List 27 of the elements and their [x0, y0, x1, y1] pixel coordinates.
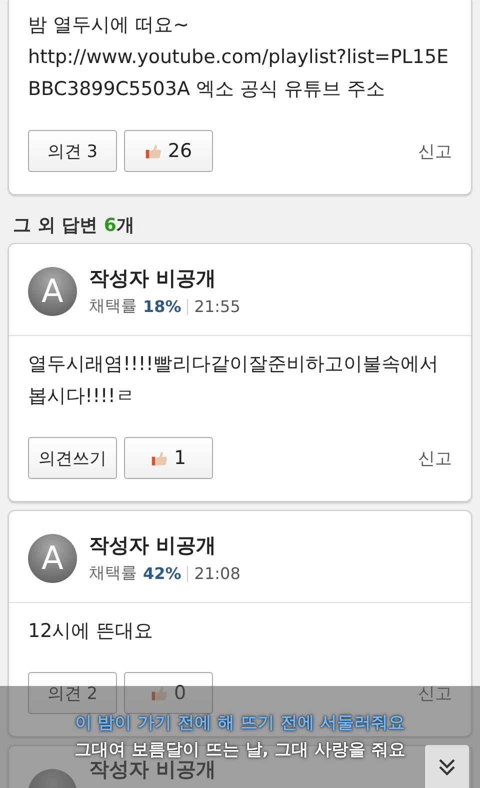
- report-link[interactable]: 신고: [418, 140, 452, 162]
- author-name: 작성자 비공개: [89, 265, 216, 292]
- author-name: 작성자 비공개: [89, 532, 216, 559]
- like-button[interactable]: 26: [124, 130, 213, 172]
- answer-time: 21:55: [194, 297, 240, 316]
- answer-text: 밤 열두시에 떠요~ http://www.youtube.com/playlist?list=PL15EBBC3899C5503A 엑소 공식 유튜브 주소: [27, 13, 450, 102]
- adoption-rate: 18%: [143, 297, 182, 316]
- expand-button[interactable]: [424, 744, 470, 788]
- comment-button[interactable]: 의견 3: [28, 130, 117, 172]
- thumbs-up-icon: [150, 684, 168, 702]
- adoption-rate-label: 채택률: [89, 296, 137, 317]
- report-link[interactable]: 신고: [418, 446, 452, 470]
- comment-button[interactable]: 의견쓰기: [28, 437, 117, 479]
- answer-text: 12시에 뜬대요: [27, 619, 154, 644]
- like-button[interactable]: 0: [124, 672, 213, 714]
- like-button[interactable]: 1: [124, 437, 213, 479]
- comment-button[interactable]: 의견 2: [28, 672, 117, 714]
- adoption-rate: 42%: [143, 564, 182, 583]
- thumbs-up-icon: [144, 142, 162, 160]
- answer-time: 21:08: [194, 564, 240, 583]
- adoption-rate-label: 채택률: [89, 563, 137, 584]
- answer-text: 열두시래염!!!!빨리다같이잘준비하고이불속에서봅시다!!!!ㄹ: [27, 352, 440, 409]
- avatar: A: [28, 266, 77, 316]
- section-heading: 그 외 답변 6개: [12, 214, 136, 238]
- thumbs-up-icon: [150, 450, 168, 466]
- lyric-line: 이 밤이 가기 전에 해 뜨기 전에 서둘러줘요: [74, 712, 406, 735]
- avatar: A: [28, 534, 77, 582]
